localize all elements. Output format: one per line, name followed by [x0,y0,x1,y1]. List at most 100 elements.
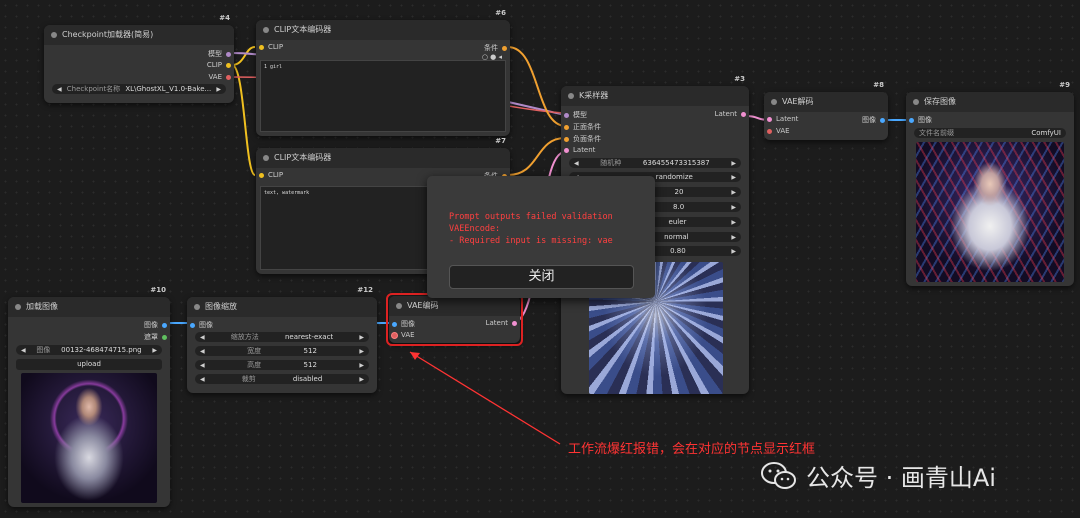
error-highlight-frame [386,293,523,346]
arrow-right-icon[interactable]: ▶ [731,234,736,241]
arrow-right-icon[interactable]: ▶ [731,160,736,167]
node-id: #6 [495,9,506,17]
image-select[interactable]: ◀ 图像 00132-468474715.png ▶ [16,345,162,355]
filename-prefix-input[interactable]: 文件名前缀 ComfyUI [914,128,1066,138]
arrow-right-icon[interactable]: ▶ [359,348,364,355]
output-slot-image[interactable]: 图像 [144,320,167,330]
node-id: #12 [357,286,373,294]
seed-input[interactable]: ◀ 随机种 636455473315387 ▶ [569,158,741,168]
input-slot-model[interactable]: 模型 [564,110,587,120]
upscale-method-select[interactable]: ◀ 缩放方法 nearest-exact ▶ [195,332,369,342]
prompt-textarea[interactable]: 1 girl [260,60,506,132]
slot-dot-icon[interactable] [767,128,772,134]
slot-dot-icon[interactable] [162,322,167,328]
node-title[interactable]: CLIP文本编码器 [256,20,510,40]
arrow-right-icon[interactable]: ▶ [731,174,736,181]
input-slot-vae[interactable]: VAE [767,127,790,135]
crop-select[interactable]: ◀ 裁剪 disabled ▶ [195,374,369,384]
node-image-scale[interactable]: #12 图像缩放 图像 ◀ 缩放方法 nearest-exact ▶ ◀ 宽度 512 ▶ … [187,286,377,393]
node-title[interactable]: 加载图像 [8,297,170,317]
node-load-image[interactable]: #10 加载图像 图像 遮罩 ◀ 图像 00132-468474715.png ▶ u… [8,286,170,507]
input-slot-latent[interactable]: Latent [767,115,798,123]
arrow-left-icon[interactable]: ◀ [574,160,579,167]
collapse-dot-icon[interactable] [771,99,777,105]
width-input[interactable]: ◀ 宽度 512 ▶ [195,346,369,356]
height-input[interactable]: ◀ 高度 512 ▶ [195,360,369,370]
slot-dot-icon[interactable] [162,334,167,340]
arrow-right-icon[interactable]: ▶ [359,334,364,341]
watermark-text: 公众号 · 画青山Ai [806,464,996,492]
node-title[interactable]: 保存图像 [906,92,1074,112]
checkpoint-name-select[interactable]: ◀ Checkpoint名称 XL\GhostXL_V1.0-Bake... ▶ [52,84,226,94]
input-slot-image[interactable]: 图像 [190,320,213,330]
upload-button[interactable]: upload [16,359,162,370]
input-slot-latent[interactable]: Latent [564,146,595,154]
output-slot-latent[interactable]: Latent [715,110,746,118]
arrow-left-icon[interactable]: ◀ [57,86,62,93]
slot-dot-icon[interactable] [880,117,885,123]
output-slot-mask[interactable]: 遮罩 [144,332,167,342]
input-slot-clip[interactable]: CLIP [259,43,283,51]
slot-dot-icon[interactable] [564,112,569,118]
collapse-dot-icon[interactable] [15,304,21,310]
node-id: #4 [219,14,230,22]
slot-dot-icon[interactable] [564,147,569,153]
collapse-dot-icon[interactable] [263,155,269,161]
output-slot-clip[interactable]: CLIP [207,61,231,69]
error-dialog: Prompt outputs failed validation VAEEnco… [427,176,655,298]
arrow-right-icon[interactable]: ▶ [359,376,364,383]
arrow-left-icon[interactable]: ◀ [200,376,205,383]
node-vae-decode[interactable]: #8 VAE解码 Latent VAE 图像 [764,81,888,140]
input-slot-image[interactable]: 图像 [909,115,932,125]
watermark: 公众号 · 画青山Ai [760,458,996,493]
collapse-dot-icon[interactable] [568,93,574,99]
node-title[interactable]: 图像缩放 [187,297,377,317]
node-save-image[interactable]: #9 保存图像 图像 文件名前缀 ComfyUI [906,81,1074,286]
arrow-right-icon[interactable]: ▶ [731,219,736,226]
node-title[interactable]: CLIP文本编码器 [256,148,510,168]
slot-dot-icon[interactable] [502,45,507,51]
collapse-dot-icon[interactable] [913,99,919,105]
input-slot-positive[interactable]: 正面条件 [564,122,601,132]
arrow-left-icon[interactable]: ◀ [200,334,205,341]
slot-dot-icon[interactable] [190,322,195,328]
node-clip-text-encode-positive[interactable]: #6 CLIP文本编码器 CLIP 条件 ○ ● ◂ 1 girl [256,9,510,136]
slot-dot-icon[interactable] [741,111,746,117]
slot-dot-icon[interactable] [259,44,264,50]
output-slot-model[interactable]: 模型 [208,49,231,59]
node-title[interactable]: Checkpoint加载器(简易) [44,25,234,45]
collapse-dot-icon[interactable] [51,32,57,38]
arrow-left-icon[interactable]: ◀ [200,348,205,355]
arrow-right-icon[interactable]: ▶ [216,86,221,93]
close-button[interactable]: 关闭 [449,265,634,289]
annotation-text: 工作流爆红报错，会在对应的节点显示红框 [568,442,816,457]
node-checkpoint-loader[interactable]: #4 Checkpoint加载器(简易) 模型 CLIP VAE ◀ Checkp… [44,14,234,103]
slot-dot-icon[interactable] [909,117,914,123]
collapse-dot-icon[interactable] [263,27,269,33]
slot-dot-icon[interactable] [226,74,231,80]
error-message: Prompt outputs failed validation VAEEnco… [449,212,613,246]
arrow-right-icon[interactable]: ▶ [152,347,157,354]
arrow-right-icon[interactable]: ▶ [731,248,736,255]
output-slot-vae[interactable]: VAE [208,73,231,81]
output-slot-image[interactable]: 图像 [862,115,885,125]
node-title[interactable]: VAE解码 [764,92,888,112]
input-slot-negative[interactable]: 负面条件 [564,134,601,144]
collapse-dot-icon[interactable] [194,304,200,310]
output-image [916,142,1064,282]
node-title[interactable]: K采样器 [561,86,749,106]
slot-dot-icon[interactable] [226,51,231,57]
slot-dot-icon[interactable] [259,172,264,178]
input-slot-clip[interactable]: CLIP [259,171,283,179]
arrow-left-icon[interactable]: ◀ [21,347,26,354]
node-id: #3 [734,75,745,83]
arrow-right-icon[interactable]: ▶ [731,189,736,196]
arrow-right-icon[interactable]: ▶ [359,362,364,369]
slot-dot-icon[interactable] [767,116,772,122]
slot-dot-icon[interactable] [564,124,569,130]
arrow-right-icon[interactable]: ▶ [731,204,736,211]
slot-dot-icon[interactable] [226,62,231,68]
slot-dot-icon[interactable] [564,136,569,142]
arrow-left-icon[interactable]: ◀ [200,362,205,369]
output-slot-conditioning[interactable]: 条件 [484,43,507,53]
